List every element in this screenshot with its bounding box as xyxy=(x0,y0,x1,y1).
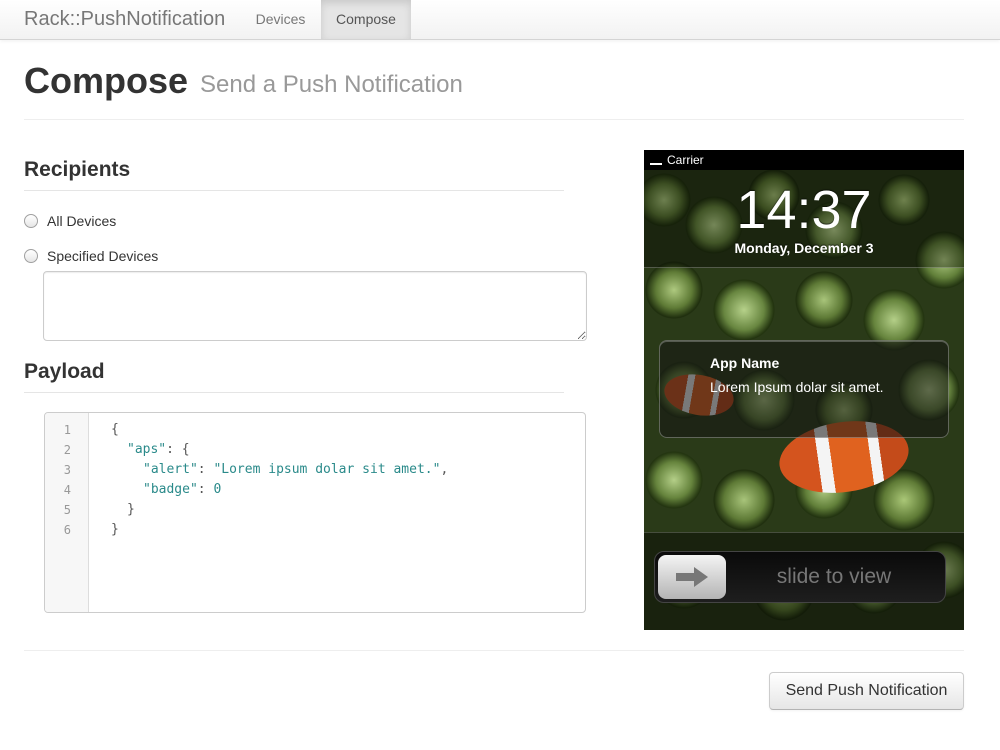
all-devices-radio[interactable] xyxy=(24,214,38,228)
code-token: 0 xyxy=(213,482,222,497)
lockscreen-time: 14:37 xyxy=(736,180,872,240)
device-tokens-textarea[interactable] xyxy=(43,271,587,341)
iphone-lockscreen-preview: Carrier 14:37 Monday, December 3 App Nam… xyxy=(644,150,964,630)
code-token: } xyxy=(111,522,119,537)
page-title: Compose xyxy=(24,60,189,101)
payload-heading: Payload xyxy=(24,358,564,393)
recipients-heading: Recipients xyxy=(24,156,564,191)
specified-devices-radio[interactable] xyxy=(24,249,38,263)
code-line: "alert": "Lorem ipsum dolar sit amet.", xyxy=(143,460,448,480)
code-token: , xyxy=(440,462,449,477)
footer-divider xyxy=(24,650,964,651)
code-token: "badge" xyxy=(143,482,198,497)
status-bar: Carrier xyxy=(644,150,964,170)
line-number: 1 xyxy=(63,423,71,437)
brand-link[interactable]: Rack::PushNotification xyxy=(24,0,225,40)
notification-banner: App Name Lorem Ipsum dolar sit amet. xyxy=(659,340,949,438)
code-line: { xyxy=(111,420,119,440)
slide-to-view-label: slide to view xyxy=(776,565,892,588)
unlock-slider-knob[interactable] xyxy=(658,555,726,599)
code-line: "badge": 0 xyxy=(143,480,221,500)
line-number: 3 xyxy=(63,463,71,477)
lockscreen-date: Monday, December 3 xyxy=(734,240,874,256)
code-token: "alert" xyxy=(143,462,198,477)
payload-code-editor[interactable]: 1 2 3 4 5 6 { "aps": { "alert": "Lorem i… xyxy=(44,412,586,613)
code-token: "Lorem ipsum dolar sit amet." xyxy=(213,462,441,477)
arrow-right-icon xyxy=(676,567,708,587)
carrier-label: Carrier xyxy=(667,153,704,167)
app-icon xyxy=(668,353,708,393)
code-line: "aps": { xyxy=(127,440,190,460)
notification-message: Lorem Ipsum dolar sit amet. xyxy=(710,379,884,395)
signal-icon xyxy=(650,162,662,165)
page-subtitle: Send a Push Notification xyxy=(200,71,463,98)
notification-app-name: App Name xyxy=(710,355,780,371)
code-token: "aps" xyxy=(127,442,167,457)
tab-compose[interactable]: Compose xyxy=(321,0,411,39)
code-token: { xyxy=(111,422,119,437)
navbar: Rack::PushNotification Devices Compose xyxy=(0,0,1000,40)
line-number: 6 xyxy=(63,523,71,537)
code-token: : xyxy=(197,462,214,477)
send-push-notification-button[interactable]: Send Push Notification xyxy=(769,672,964,710)
all-devices-label: All Devices xyxy=(47,213,117,229)
code-token: } xyxy=(127,502,135,517)
specified-devices-option[interactable]: Specified Devices xyxy=(24,246,158,266)
line-number-gutter: 1 2 3 4 5 6 xyxy=(45,413,89,612)
code-token: : { xyxy=(166,442,190,457)
all-devices-option[interactable]: All Devices xyxy=(24,211,116,231)
code-line: } xyxy=(127,500,135,520)
line-number: 5 xyxy=(63,503,71,517)
line-number: 4 xyxy=(63,483,71,497)
page-header: Compose Send a Push Notification xyxy=(24,60,964,120)
tab-devices[interactable]: Devices xyxy=(240,0,321,39)
line-number: 2 xyxy=(63,443,71,457)
specified-devices-label: Specified Devices xyxy=(47,248,159,264)
code-line: } xyxy=(111,520,119,540)
code-token: : xyxy=(197,482,214,497)
